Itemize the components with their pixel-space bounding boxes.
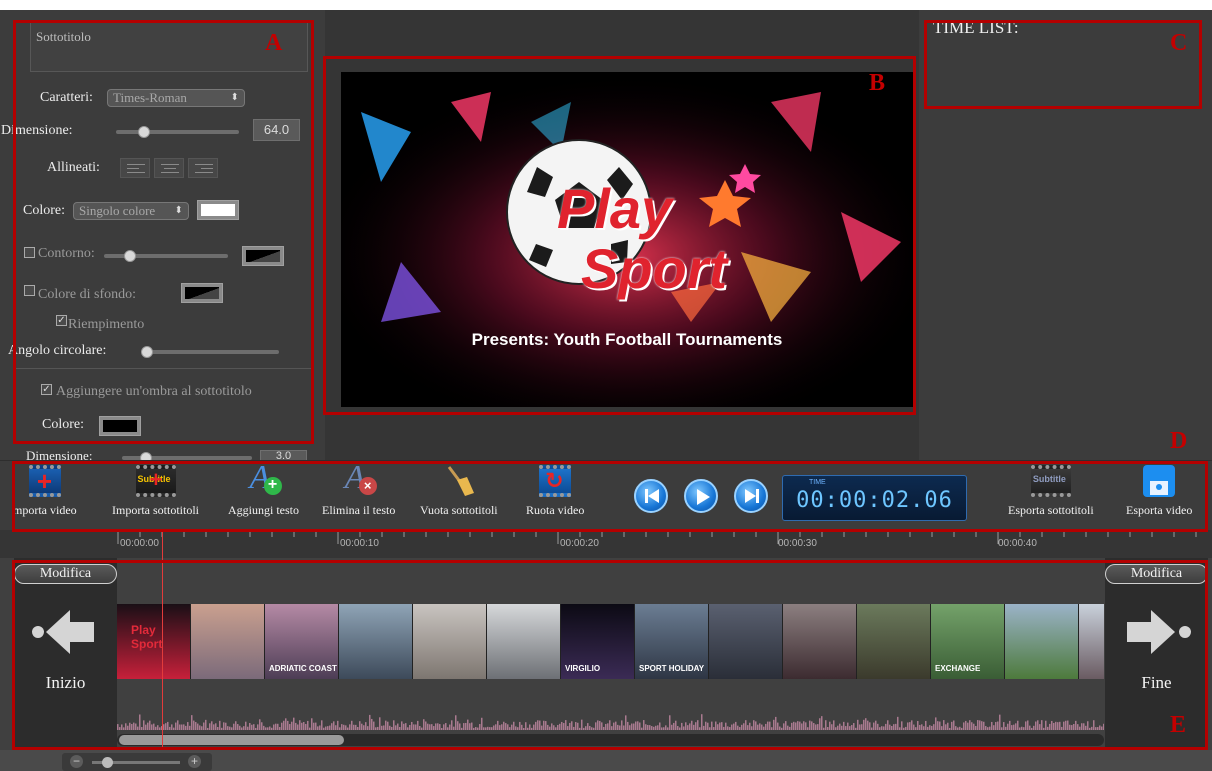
ruler-tick-label: 00:00:00 [120,538,159,549]
region-e-outline [12,560,1208,750]
zoom-control: − + [62,753,212,771]
region-e-letter: E [1170,712,1187,738]
zoom-slider[interactable] [92,757,180,768]
region-b-letter: B [869,70,886,96]
region-d-outline [12,461,1208,532]
zoom-in-icon[interactable]: + [188,755,201,768]
region-c-letter: C [1170,30,1188,56]
ruler-tick-label: 00:00:20 [560,538,599,549]
region-b-outline [323,56,916,415]
bottom-bar: − + [0,750,1212,771]
ruler-tick-label: 00:00:40 [998,538,1037,549]
region-c-outline [924,20,1202,109]
ruler-tick-label: 00:00:30 [778,538,817,549]
zoom-out-icon[interactable]: − [70,755,83,768]
region-d-letter: D [1170,428,1188,454]
region-a-letter: A [265,30,283,56]
ruler-tick-label: 00:00:10 [340,538,379,549]
time-ruler[interactable]: 00:00:00 00:00:10 00:00:20 00:00:30 00:0… [0,530,1212,558]
region-a-outline [13,20,314,444]
